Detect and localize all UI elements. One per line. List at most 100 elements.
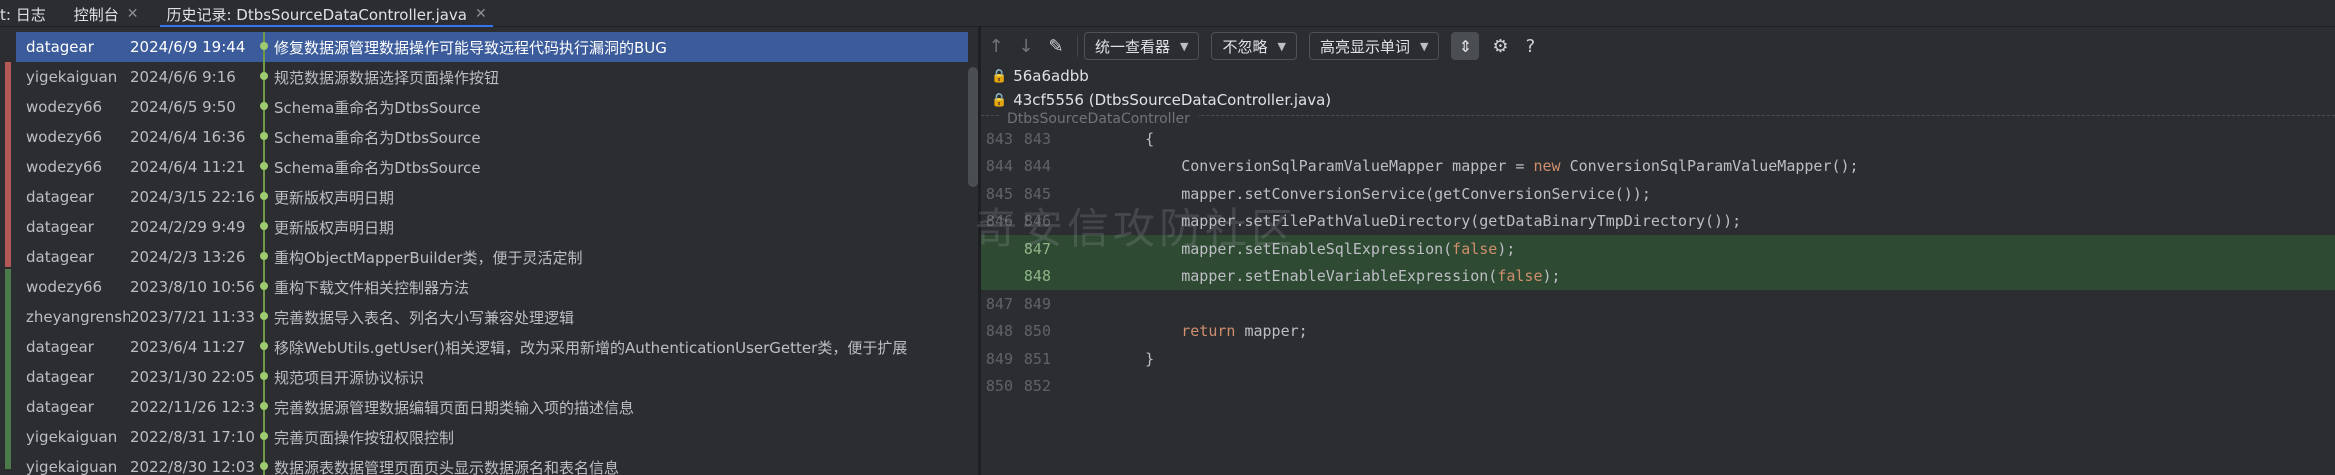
diff-editor[interactable]: DtbsSourceDataController 843 843 {844 844 … [981,108,2335,475]
lock-icon: 🔒 [991,68,1008,84]
commit-row[interactable]: datagear 2022/11/26 12:3 完善数据源管理数据编辑页面日期类输… [16,392,968,422]
highlight-dropdown[interactable]: 高亮显示单词 ▼ [1308,32,1440,60]
commit-row[interactable]: yigekaiguan 2022/8/31 17:10 完善页面操作按钮权限控制 [16,422,968,452]
commit-graph-node [258,242,272,272]
commit-row[interactable]: wodezy66 2024/6/4 16:36 Schema重命名为DtbsSour… [16,122,968,152]
commit-graph-node [258,122,272,152]
commit-graph-node [258,182,272,212]
commit-message: 数据源表数据管理页面页头显示数据源名和表名信息 [274,458,620,475]
commit-graph-node [258,302,272,332]
viewer-dropdown-label: 统一查看器 [1095,37,1171,56]
commit-dot-icon [260,402,268,410]
old-line-number: 843 [985,129,1013,148]
commit-row[interactable]: zheyangrensh 2023/7/21 11:33 完善数据导入表名、列名大小… [16,302,968,332]
commit-dot-icon [260,252,268,260]
commit-graph-node [258,152,272,182]
commit-author: datagear [26,218,94,236]
edit-icon[interactable]: ✎ [1041,31,1071,61]
arrow-up-icon[interactable]: ↑ [981,31,1011,61]
commit-date: 2024/3/15 22:16 [130,188,255,206]
commit-date: 2024/6/9 19:44 [130,38,246,56]
commit-dot-icon [260,42,268,50]
commit-row[interactable]: datagear 2023/6/4 11:27 移除WebUtils.getUser… [16,332,968,362]
new-line-number: 844 [1023,157,1051,176]
commit-message: 规范项目开源协议标识 [274,368,425,387]
commit-author: datagear [26,398,94,416]
commit-row[interactable]: datagear 2024/6/9 19:44 修复数据源管理数据操作可能导致远程代… [16,32,968,62]
commit-row[interactable]: wodezy66 2024/6/5 9:50 Schema重命名为DtbsSourc… [16,92,968,122]
commit-dot-icon [260,192,268,200]
arrow-down-icon[interactable]: ↓ [1011,31,1041,61]
commit-row[interactable]: datagear 2024/2/3 13:26 重构ObjectMapperBuil… [16,242,968,272]
commit-log-panel: datagear 2024/6/9 19:44 修复数据源管理数据操作可能导致远程代… [0,27,978,475]
commit-row[interactable]: yigekaiguan 2024/6/6 9:16 规范数据源数据选择页面操作按钮 [16,62,968,92]
old-revision-hash: 56a6adbb [1013,67,1089,85]
commit-row[interactable]: datagear 2024/2/29 9:49 更新版权声明日期 [16,212,968,242]
commit-row[interactable]: datagear 2024/3/15 22:16 更新版权声明日期 [16,182,968,212]
commit-graph-node [258,272,272,302]
tab-log[interactable]: t: 日志 [0,2,60,26]
code-text: ConversionSqlParamValueMapper mapper = n… [1109,157,1859,176]
highlight-dropdown-label: 高亮显示单词 [1319,37,1410,56]
code-line: 843 843 { [981,125,2335,153]
commit-row[interactable]: datagear 2023/1/30 22:05 规范项目开源协议标识 [16,362,968,392]
diff-toolbar: ↑ ↓ ✎ 统一查看器 ▼ 不忽略 ▼ 高亮显示单词 ▼ ⇕ ⚙ ? [981,27,2335,65]
gear-icon[interactable]: ⚙ [1485,31,1515,61]
help-label: ? [1525,35,1536,57]
tab-label: 控制台 [73,5,119,24]
commit-graph-node [258,422,272,452]
tool-window-tabbar: t: 日志 控制台 ✕ 历史记录: DtbsSourceDataControlle… [0,0,2335,28]
help-icon[interactable]: ? [1515,31,1545,61]
commit-dot-icon [260,222,268,230]
old-line-number: 847 [985,294,1013,313]
commit-row[interactable]: yigekaiguan 2022/8/30 12:03 数据源表数据管理页面页头显示… [16,452,968,475]
new-line-number: 850 [1023,322,1051,341]
commit-message: Schema重命名为DtbsSource [274,128,481,147]
commit-dot-icon [260,72,268,80]
code-lines: 843 843 {844 844 ConversionSqlParamValueMa… [981,125,2335,400]
tab-console[interactable]: 控制台 ✕ [60,2,153,26]
commit-date: 2022/11/26 12:3 [130,398,255,416]
tab-history[interactable]: 历史记录: DtbsSourceDataController.java ✕ [152,2,500,28]
commit-author: datagear [26,338,94,356]
commit-author: yigekaiguan [26,428,118,446]
commit-dot-icon [260,432,268,440]
code-line: 850 852 [981,373,2335,401]
commit-row[interactable]: wodezy66 2024/6/4 11:21 Schema重命名为DtbsSour… [16,152,968,182]
commit-message: 完善数据导入表名、列名大小写兼容处理逻辑 [274,308,575,327]
commit-message: 规范数据源数据选择页面操作按钮 [274,68,500,87]
commit-graph-node [258,32,272,62]
code-text: { [1109,129,1155,148]
commit-message: 更新版权声明日期 [274,218,395,237]
commit-date: 2024/2/29 9:49 [130,218,246,236]
commit-graph-node [258,92,272,122]
chevron-down-icon: ▼ [1277,39,1286,53]
log-scrollbar[interactable] [968,67,978,187]
commit-author: wodezy66 [26,158,103,176]
commit-author: wodezy66 [26,278,103,296]
commit-dot-icon [260,102,268,110]
close-icon[interactable]: ✕ [127,6,139,22]
viewer-dropdown[interactable]: 统一查看器 ▼ [1084,32,1200,60]
old-revision-info: 🔒 56a6adbb [991,65,1089,87]
commit-message: 完善数据源管理数据编辑页面日期类输入项的描述信息 [274,398,635,417]
commit-row[interactable]: wodezy66 2023/8/10 10:56 重构下载文件相关控制器方法 [16,272,968,302]
commit-dot-icon [260,372,268,380]
toolbar-separator [1077,35,1078,57]
code-line: 848 850 return mapper; [981,318,2335,346]
close-icon[interactable]: ✕ [475,6,487,22]
commit-date: 2024/6/6 9:16 [130,68,236,86]
commit-date: 2024/6/4 16:36 [130,128,246,146]
collapse-unchanged-icon[interactable]: ⇕ [1451,32,1480,60]
old-line-number: 848 [985,322,1013,341]
commit-dot-icon [260,342,268,350]
chevron-down-icon: ▼ [1419,39,1429,53]
commit-author: datagear [26,248,94,266]
code-text: mapper.setEnableVariableExpression(false… [1109,267,1561,286]
commit-date: 2022/8/30 12:03 [130,458,255,475]
added-code-line: 848 mapper.setEnableVariableExpression(f… [981,262,2335,290]
ignore-whitespace-dropdown[interactable]: 不忽略 ▼ [1211,32,1297,60]
commit-date: 2023/1/30 22:05 [130,368,255,386]
commit-date: 2023/8/10 10:56 [130,278,255,296]
commit-message: 重构ObjectMapperBuilder类，便于灵活定制 [274,248,583,267]
